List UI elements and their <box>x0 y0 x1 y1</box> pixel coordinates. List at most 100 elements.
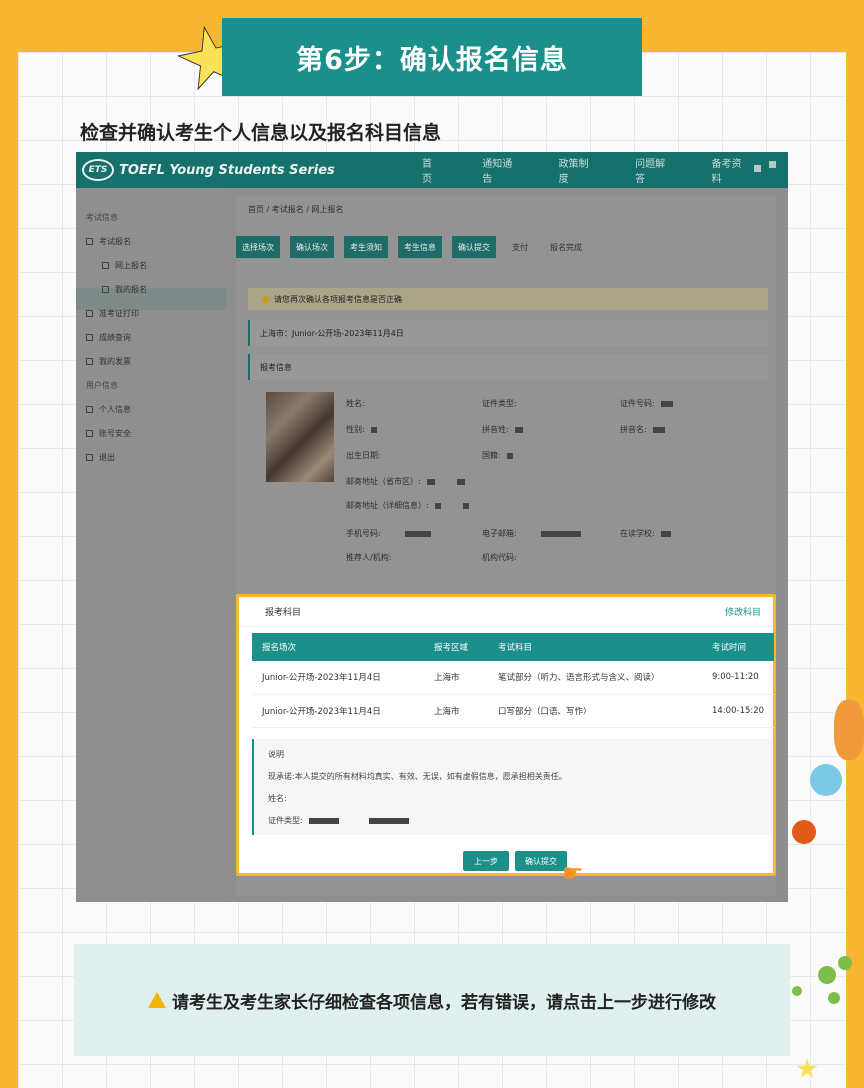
section-title: 报考信息 <box>248 354 768 380</box>
col-time: 考试时间 <box>702 633 774 661</box>
note-title: 说明 <box>268 750 284 759</box>
redacted-value <box>368 817 409 824</box>
field-address-detail: 邮寄地址（详细信息）: <box>346 500 469 511</box>
invoice-icon <box>86 358 93 365</box>
breadcrumb: 首页 / 考试报名 / 网上报名 <box>248 205 344 214</box>
warning-icon <box>148 992 166 1008</box>
sidebar-item-profile[interactable]: 个人信息 <box>86 404 131 415</box>
step-5: 确认提交 <box>452 236 496 258</box>
sidebar-item-admission[interactable]: 准考证打印 <box>86 308 139 319</box>
redacted-value <box>652 426 665 433</box>
field-name: 姓名: <box>346 398 365 409</box>
nav-home[interactable]: 首页 <box>422 155 438 185</box>
field-gender: 性别: <box>346 424 377 435</box>
redacted-value <box>308 817 339 824</box>
panel-header: 报考科目 修改科目 <box>239 597 773 627</box>
menu-icon[interactable] <box>769 161 776 168</box>
field-address-city: 邮寄地址（省市区）: <box>346 476 465 487</box>
sidebar-item-online-register[interactable]: 网上报名 <box>102 260 147 271</box>
cell-region: 上海市 <box>424 694 488 728</box>
hand-pointer-icon: ☛ <box>562 859 584 887</box>
candidate-photo <box>266 392 334 482</box>
sidebar-item-exam-register[interactable]: 考试报名 <box>86 236 131 247</box>
print-icon <box>86 310 93 317</box>
subjects-panel: 报考科目 修改科目 报名场次 报考区域 考试科目 考试时间 Junior-公开场… <box>236 594 776 876</box>
list-icon <box>102 286 109 293</box>
nav-notices[interactable]: 通知通告 <box>482 155 514 185</box>
info-icon <box>262 295 269 303</box>
col-subject: 考试科目 <box>488 633 702 661</box>
redacted-value <box>506 452 513 459</box>
nav-prep[interactable]: 备考资料 <box>712 155 744 185</box>
redacted-value <box>456 478 465 485</box>
redacted-value <box>434 502 441 509</box>
step-4: 考生信息 <box>398 236 442 258</box>
sidebar-item-security[interactable]: 账号安全 <box>86 428 131 439</box>
field-label: 证件类型: <box>268 816 303 825</box>
sidebar-item-label: 退出 <box>99 453 115 462</box>
field-label: 姓名: <box>346 399 365 408</box>
field-label: 拼音名: <box>620 425 647 434</box>
sidebar-item-label: 个人信息 <box>99 405 131 414</box>
user-icon[interactable] <box>754 165 761 172</box>
step-6: 支付 <box>512 242 528 252</box>
sidebar-section-user: 用户信息 <box>86 381 118 390</box>
prev-step-button[interactable]: 上一步 <box>463 851 509 871</box>
col-region: 报考区域 <box>424 633 488 661</box>
green-dot-decoration <box>818 966 836 984</box>
note-id-type: 证件类型: <box>268 815 409 826</box>
field-label: 拼音姓: <box>482 425 509 434</box>
nav-policies[interactable]: 政策制度 <box>559 155 591 185</box>
cell-region: 上海市 <box>424 661 488 695</box>
sidebar-item-label: 成绩查询 <box>99 333 131 342</box>
sidebar-active-highlight <box>76 288 226 310</box>
step-7: 报名完成 <box>550 242 582 252</box>
sidebar-item-label: 我的报名 <box>115 285 147 294</box>
profile-icon <box>86 406 93 413</box>
confirm-submit-button[interactable]: 确认提交 <box>515 851 567 871</box>
field-label: 性别: <box>346 425 365 434</box>
sidebar-item-my-register[interactable]: 我的报名 <box>102 284 147 295</box>
sidebar-item-label: 考试报名 <box>99 237 131 246</box>
blue-dot-decoration <box>810 764 842 796</box>
doc-icon <box>102 262 109 269</box>
main-nav: 首页 通知通告 政策制度 问题解答 备考资料 <box>422 152 788 188</box>
sidebar-item-label: 网上报名 <box>115 261 147 270</box>
redacted-value <box>514 426 523 433</box>
sidebar-item-label: 账号安全 <box>99 429 131 438</box>
cell-time: 14:00-15:20 <box>702 694 774 728</box>
sidebar-item-scores[interactable]: 成绩查询 <box>86 332 131 343</box>
field-label: 电子邮箱: <box>482 529 517 538</box>
cell-session: Junior-公开场-2023年11月4日 <box>252 661 424 695</box>
sidebar-item-invoice[interactable]: 我的发票 <box>86 356 131 367</box>
field-label: 推荐人/机构: <box>346 553 392 562</box>
redacted-value <box>462 502 469 509</box>
field-label: 国籍: <box>482 451 501 460</box>
sidebar-item-label: 我的发票 <box>99 357 131 366</box>
sidebar-section-exam: 考试信息 <box>86 213 118 222</box>
cell-subject: 口写部分（口语、写作） <box>488 694 702 728</box>
redacted-value <box>426 478 435 485</box>
brand-name: TOEFL Young Students Series <box>119 162 335 178</box>
score-icon <box>86 334 93 341</box>
field-nationality: 国籍: <box>482 450 513 461</box>
edit-subject-link[interactable]: 修改科目 <box>725 605 761 618</box>
edit-icon <box>86 238 93 245</box>
nav-faq[interactable]: 问题解答 <box>635 155 667 185</box>
ets-logo-icon[interactable]: ETS <box>82 159 114 181</box>
green-dot-decoration <box>828 992 840 1004</box>
redacted-value <box>660 530 671 537</box>
note-text: 现承诺:本人提交的所有材料均真实、有效、无误，如有虚假信息，愿承担相关责任。 <box>268 772 567 781</box>
tip-text: 请考生及考生家长仔细检查各项信息，若有错误，请点击上一步进行修改 <box>172 992 716 1013</box>
sidebar-item-logout[interactable]: 退出 <box>86 452 115 463</box>
redacted-value <box>660 400 673 407</box>
field-label: 邮寄地址（详细信息）: <box>346 501 429 510</box>
field-org-code: 机构代码: <box>482 552 517 563</box>
palette-decoration-icon <box>834 700 864 760</box>
green-dot-decoration <box>838 956 852 970</box>
field-label: 手机号码: <box>346 529 381 538</box>
tip-box: 请考生及考生家长仔细检查各项信息，若有错误，请点击上一步进行修改 <box>74 944 790 1056</box>
field-label: 出生日期: <box>346 451 381 460</box>
orange-dot-decoration <box>792 820 816 844</box>
field-birth: 出生日期: <box>346 450 381 461</box>
